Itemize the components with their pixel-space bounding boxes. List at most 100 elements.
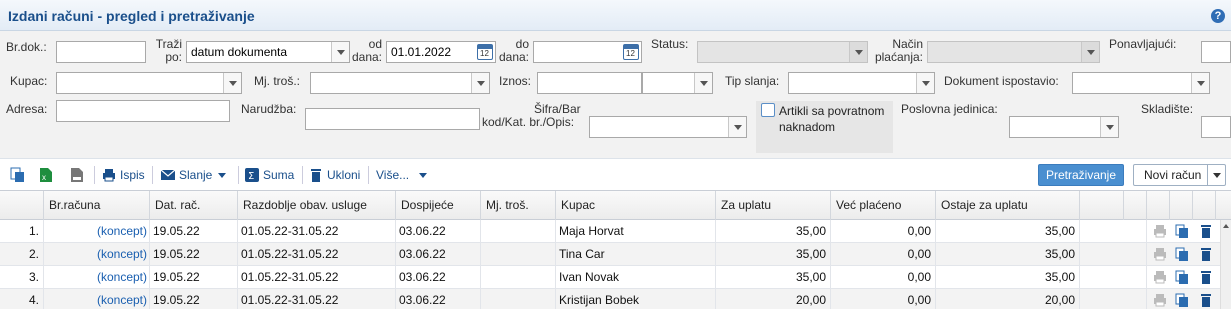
dokument-ispostavio-select[interactable] xyxy=(1072,72,1210,94)
chevron-down-icon xyxy=(1100,117,1118,137)
do-dana-input[interactable] xyxy=(533,41,642,63)
help-icon[interactable]: ? xyxy=(1211,9,1225,23)
column-header-empty xyxy=(1147,191,1170,220)
column-header-za-uplatu[interactable]: Za uplatu xyxy=(716,191,831,220)
adresa-input[interactable] xyxy=(56,100,230,122)
column-header-dat-rac[interactable]: Dat. rač. xyxy=(150,191,238,220)
sifra-bar-select[interactable] xyxy=(589,116,747,138)
poslovna-jedinica-select[interactable] xyxy=(1009,116,1119,138)
br-racuna-link[interactable]: (koncept) xyxy=(44,266,150,289)
sifra-bar-label: Šifra/Bar kod/Kat. br./Opis: xyxy=(482,103,581,129)
br-racuna-link[interactable]: (koncept) xyxy=(44,289,150,309)
narudzba-input[interactable] xyxy=(305,108,480,130)
print-icon[interactable] xyxy=(1153,270,1167,284)
ispis-button[interactable]: Ispis xyxy=(102,166,145,184)
delete-icon[interactable] xyxy=(1199,224,1213,238)
column-header-empty xyxy=(1170,191,1193,220)
slanje-button[interactable]: Slanje xyxy=(160,166,227,184)
delete-icon[interactable] xyxy=(1199,270,1213,284)
tip-slanja-select[interactable] xyxy=(788,72,935,94)
novi-racun-button[interactable]: Novi račun xyxy=(1133,164,1226,186)
table-row[interactable]: 2. (koncept) 19.05.22 01.05.22-31.05.22 03.0… xyxy=(0,243,1231,266)
table-row[interactable]: 1. (koncept) 19.05.22 01.05.22-31.05.22 03.0… xyxy=(0,220,1231,243)
kupac-label: Kupac: xyxy=(10,74,48,88)
ukloni-button[interactable]: Ukloni xyxy=(309,166,360,184)
printer-icon xyxy=(102,168,116,182)
toolbar-separator xyxy=(368,166,369,184)
razdoblje-cell: 01.05.22-31.05.22 xyxy=(238,266,396,289)
filter-panel: Br.dok.: Traži po: datum dokumenta od da… xyxy=(0,31,1231,158)
artikli-povratna-checkbox[interactable] xyxy=(761,103,775,117)
delete-icon[interactable] xyxy=(1199,247,1213,261)
column-header-mj-tros[interactable]: Mj. troš. xyxy=(481,191,556,220)
vertical-scrollbar[interactable] xyxy=(1220,220,1231,309)
table-row[interactable]: 3. (koncept) 19.05.22 01.05.22-31.05.22 03.0… xyxy=(0,266,1231,289)
print-icon[interactable] xyxy=(1153,224,1167,238)
empty-cell xyxy=(1080,289,1147,309)
suma-label: Suma xyxy=(263,168,295,182)
kupac-cell: Tina Car xyxy=(556,243,716,266)
chevron-down-icon xyxy=(223,73,241,93)
column-header-vec-placeno[interactable]: Već plaćeno xyxy=(831,191,936,220)
pretrazivanje-button[interactable]: Pretraživanje xyxy=(1038,164,1124,186)
chevron-down-icon xyxy=(694,73,712,93)
suma-button[interactable]: Σ Suma xyxy=(245,166,294,184)
csv-icon[interactable] xyxy=(70,166,84,184)
delete-icon[interactable] xyxy=(1199,293,1213,307)
dospijece-cell: 03.06.22 xyxy=(396,266,481,289)
excel-icon[interactable]: x xyxy=(39,166,53,184)
column-header-ostaje[interactable]: Ostaje za uplatu xyxy=(936,191,1080,220)
vise-button[interactable]: Više... xyxy=(376,166,428,184)
razdoblje-cell: 01.05.22-31.05.22 xyxy=(238,243,396,266)
mj-tros-cell xyxy=(481,220,556,243)
slanje-label: Slanje xyxy=(179,168,213,182)
copy-icon[interactable] xyxy=(1175,247,1189,261)
od-dana-input[interactable]: 01.01.2022 xyxy=(386,41,496,63)
row-number-cell: 2. xyxy=(0,243,44,266)
br-racuna-link[interactable]: (koncept) xyxy=(44,220,150,243)
za-uplatu-cell: 35,00 xyxy=(716,243,831,266)
column-header-dospijece[interactable]: Dospijeće xyxy=(396,191,481,220)
copy-icon[interactable] xyxy=(1175,293,1189,307)
nacin-placanja-select[interactable] xyxy=(927,41,1100,63)
print-icon[interactable] xyxy=(1153,247,1167,261)
vise-label: Više... xyxy=(376,168,410,182)
column-header-br-racuna[interactable]: Br.računa xyxy=(44,191,150,220)
status-select[interactable] xyxy=(697,41,868,63)
kupac-select[interactable] xyxy=(56,72,242,94)
empty-cell xyxy=(1080,220,1147,243)
ponavljajuci-select[interactable] xyxy=(1201,41,1231,63)
chevron-down-icon xyxy=(1081,42,1099,62)
br-racuna-link[interactable]: (koncept) xyxy=(44,243,150,266)
empty-cell xyxy=(1080,243,1147,266)
calendar-icon[interactable] xyxy=(623,44,639,60)
row-number-cell: 4. xyxy=(0,289,44,309)
table-row[interactable]: 4. (koncept) 19.05.22 01.05.22-31.05.22 03.0… xyxy=(0,289,1231,309)
column-header-razdoblje[interactable]: Razdoblje obav. usluge xyxy=(238,191,396,220)
ponavljajuci-label: Ponavljajući: xyxy=(1109,37,1177,51)
copy-icon[interactable] xyxy=(1175,270,1189,284)
mj-tros-select[interactable] xyxy=(310,72,490,94)
copy-icon[interactable] xyxy=(1175,224,1189,238)
trazi-po-select[interactable]: datum dokumenta xyxy=(186,41,350,63)
od-dana-value: 01.01.2022 xyxy=(391,45,452,59)
trazi-po-label-line2: po: xyxy=(165,50,182,64)
calendar-icon[interactable] xyxy=(477,44,493,60)
skladiste-select[interactable] xyxy=(1201,116,1231,138)
ostaje-cell: 35,00 xyxy=(936,266,1080,289)
ostaje-cell: 35,00 xyxy=(936,220,1080,243)
invoices-table: Br.računa Dat. rač. Razdoblje obav. uslu… xyxy=(0,190,1231,309)
iznos-from-input[interactable] xyxy=(537,72,642,94)
iznos-to-select[interactable] xyxy=(642,72,713,94)
toolbar-separator xyxy=(152,166,153,184)
copy-icon[interactable] xyxy=(10,166,26,184)
mj-tros-cell xyxy=(481,266,556,289)
column-header-kupac[interactable]: Kupac xyxy=(556,191,716,220)
br-dok-input[interactable] xyxy=(56,41,146,63)
chevron-down-icon xyxy=(916,73,934,93)
print-icon[interactable] xyxy=(1153,293,1167,307)
chevron-down-icon xyxy=(331,42,349,62)
toolbar-separator xyxy=(94,166,95,184)
za-uplatu-cell: 35,00 xyxy=(716,266,831,289)
novi-racun-dropdown[interactable] xyxy=(1207,165,1225,185)
